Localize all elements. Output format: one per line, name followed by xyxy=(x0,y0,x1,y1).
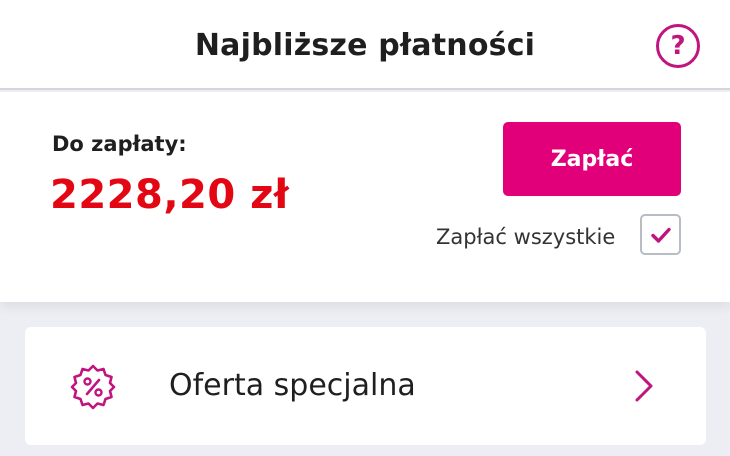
question-circle-icon: ? xyxy=(670,31,686,61)
checkmark-icon xyxy=(650,227,671,243)
amount-due-label: Do zapłaty: xyxy=(52,132,187,156)
page-title: Najbliższe płatności xyxy=(194,28,536,63)
pay-all-label: Zapłać wszystkie xyxy=(436,225,616,249)
pay-all-checkbox[interactable] xyxy=(640,214,681,255)
pay-button[interactable]: Zapłać xyxy=(503,122,681,196)
chevron-right-icon xyxy=(635,370,653,402)
special-offer-label: Oferta specjalna xyxy=(169,368,416,403)
amount-due-value: 2228,20 zł xyxy=(50,172,290,218)
special-offer-item[interactable]: Oferta specjalna xyxy=(25,327,706,445)
percent-badge-icon xyxy=(70,364,116,410)
header: Najbliższe płatności ? xyxy=(0,0,730,90)
payment-summary-panel: Do zapłaty: 2228,20 zł Zapłać Zapłać wsz… xyxy=(0,92,730,302)
help-button[interactable]: ? xyxy=(656,24,700,68)
